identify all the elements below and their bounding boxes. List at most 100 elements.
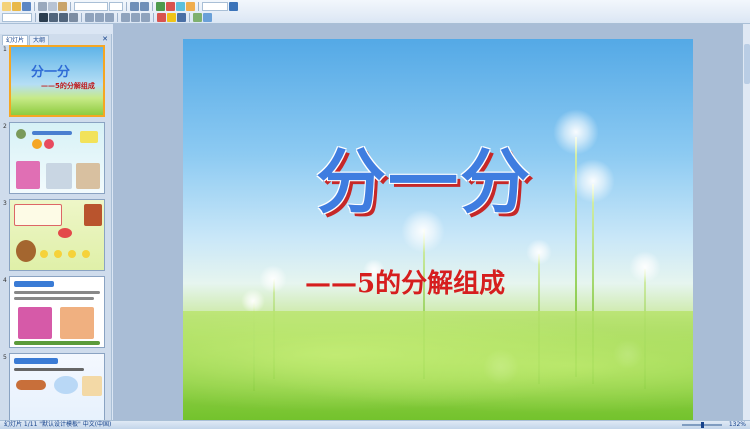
text-line [32, 131, 72, 135]
slide-thumb-3[interactable]: 3 [0, 199, 112, 275]
save-icon[interactable] [22, 2, 31, 11]
toolbar-separator [153, 13, 154, 22]
slide-thumbnail-image[interactable] [9, 276, 105, 348]
italic-icon[interactable] [49, 13, 58, 22]
slide-thumb-1[interactable]: 1 分一分 ——5的分解组成 [0, 45, 112, 121]
chart-icon[interactable] [166, 2, 175, 11]
align-center-icon[interactable] [95, 13, 104, 22]
house-picture [18, 307, 52, 339]
shadow-icon[interactable] [69, 13, 78, 22]
slide-thumbnail-image[interactable]: 分一分 ——5的分解组成 [9, 45, 105, 117]
font-color-icon[interactable] [157, 13, 166, 22]
panel-tabs: 幻灯片 大纲 [0, 34, 112, 45]
chick-picture [54, 250, 62, 258]
toolbar-separator [70, 2, 71, 11]
table-icon[interactable] [156, 2, 165, 11]
slide-thumbnail-image[interactable] [9, 353, 105, 420]
align-right-icon[interactable] [105, 13, 114, 22]
slideshow-icon[interactable] [203, 13, 212, 22]
speech-bubble [14, 204, 62, 226]
tab-outline[interactable]: 大纲 [29, 35, 50, 45]
new-icon[interactable] [2, 2, 11, 11]
slide-thumb-4[interactable]: 4 [0, 276, 112, 352]
toolbar-row-formatting [2, 12, 212, 23]
oval-picture [54, 376, 78, 394]
dandelion-flower [259, 265, 287, 293]
slides-panel: 幻灯片 大纲 ✕ 1 分一分 ——5的分解组成 2 3 4 5 [0, 34, 112, 420]
font-name-combo[interactable] [74, 2, 108, 11]
line-icon[interactable] [177, 13, 186, 22]
text-line [14, 297, 94, 300]
slide-number: 5 [3, 354, 7, 361]
align-left-icon[interactable] [85, 13, 94, 22]
redo-icon[interactable] [140, 2, 149, 11]
thumb-subtitle: ——5的分解组成 [41, 82, 95, 90]
picture-icon[interactable] [176, 2, 185, 11]
bold-icon[interactable] [39, 13, 48, 22]
help-icon[interactable] [229, 2, 238, 11]
grid-picture [46, 163, 72, 189]
number-circle [32, 139, 42, 149]
vertical-scrollbar[interactable] [742, 24, 750, 420]
toolbar-separator [34, 2, 35, 11]
chick-picture [68, 250, 76, 258]
zoom-combo[interactable] [202, 2, 228, 11]
toolbar-separator [35, 13, 36, 22]
style-combo[interactable] [2, 13, 32, 22]
fill-icon[interactable] [167, 13, 176, 22]
hen-picture [16, 240, 36, 262]
animal-picture [16, 129, 26, 139]
bullets-icon[interactable] [121, 13, 130, 22]
slide-thumbnail-image[interactable] [9, 199, 105, 271]
tab-slides[interactable]: 幻灯片 [2, 35, 29, 45]
footer-bar [14, 341, 100, 345]
toolbar-separator [198, 2, 199, 11]
close-icon[interactable]: ✕ [102, 35, 108, 43]
slide-title[interactable]: 分一分 [316, 147, 532, 217]
design-icon[interactable] [193, 13, 202, 22]
table-picture [76, 163, 100, 189]
slide-thumbnail-image[interactable] [9, 122, 105, 194]
zoom-level[interactable]: 132% [729, 421, 746, 429]
status-text: 幻灯片 1/11 "默认设计模板" 中文(中国) [4, 421, 112, 428]
open-icon[interactable] [12, 2, 21, 11]
slide-editor: 分一分 ——5的分解组成 [113, 24, 750, 421]
thumb-title: 分一分 [31, 65, 71, 80]
underline-icon[interactable] [59, 13, 68, 22]
paste-icon[interactable] [58, 2, 67, 11]
current-slide[interactable]: 分一分 ——5的分解组成 [183, 39, 693, 421]
slide-subtitle[interactable]: ——5的分解组成 [305, 271, 505, 297]
copy-icon[interactable] [48, 2, 57, 11]
slide-thumb-5[interactable]: 5 [0, 353, 112, 420]
toolbar-separator [126, 2, 127, 11]
table-picture [82, 376, 102, 396]
cut-icon[interactable] [38, 2, 47, 11]
text-line [14, 291, 100, 294]
dandelion-flower [553, 109, 599, 155]
undo-icon[interactable] [130, 2, 139, 11]
toolbar-separator [81, 13, 82, 22]
toolbar-separator [152, 2, 153, 11]
numbering-icon[interactable] [131, 13, 140, 22]
dandelion-flower [571, 159, 615, 203]
house-picture [16, 161, 40, 189]
chick-picture [82, 250, 90, 258]
font-size-combo[interactable] [109, 2, 123, 11]
slide-number: 1 [3, 46, 7, 53]
chick-picture [80, 131, 98, 143]
shape-icon[interactable] [186, 2, 195, 11]
slide-thumb-2[interactable]: 2 [0, 122, 112, 198]
text-line [14, 368, 84, 371]
toolbar-row-standard [2, 1, 238, 12]
status-bar: 幻灯片 1/11 "默认设计模板" 中文(中国) 132% [0, 420, 750, 429]
dandelion-flower [629, 251, 661, 283]
slide-number: 2 [3, 123, 7, 130]
heading-bar [14, 281, 54, 287]
slide-number: 3 [3, 200, 7, 207]
scrollbar-thumb[interactable] [744, 44, 750, 84]
dandelion-flower [526, 239, 552, 265]
house-picture [60, 307, 94, 339]
indent-icon[interactable] [141, 13, 150, 22]
zoom-slider-thumb[interactable] [701, 422, 704, 428]
toolbar-separator [117, 13, 118, 22]
